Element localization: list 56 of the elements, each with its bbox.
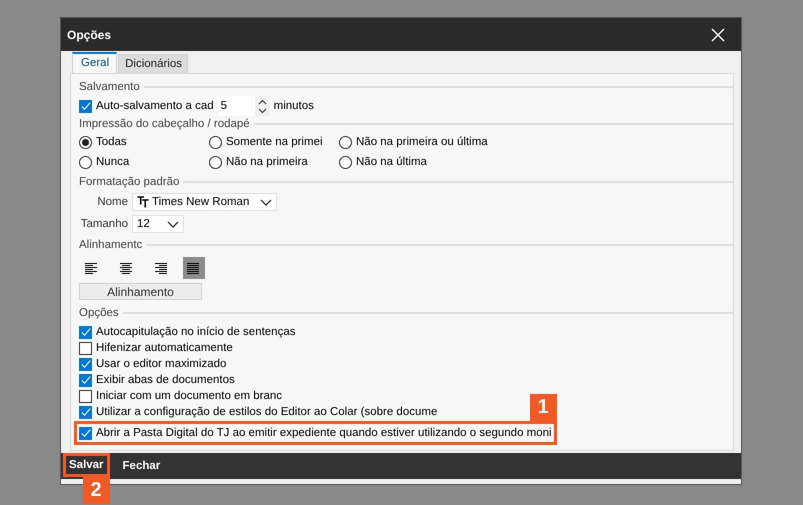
checkbox-label: Usar o editor maximizado bbox=[96, 357, 226, 371]
group-title: Formatação padrão bbox=[79, 175, 180, 189]
chevron-down-icon bbox=[260, 198, 272, 206]
callout-number: 1 bbox=[530, 394, 557, 421]
tab[interactable]: Geral bbox=[72, 52, 118, 73]
radio-button[interactable] bbox=[79, 136, 92, 148]
callout-number: 2 bbox=[82, 477, 110, 504]
checkbox[interactable] bbox=[79, 406, 92, 418]
checkbox[interactable] bbox=[79, 358, 92, 370]
dialog-button[interactable]: Salvar bbox=[63, 453, 110, 477]
align-right-icon bbox=[152, 262, 168, 274]
chevron-down-icon bbox=[167, 220, 179, 228]
align-left-icon bbox=[84, 262, 100, 274]
alignment-button[interactable]: Alinhamento bbox=[79, 283, 202, 300]
align-justify-button[interactable] bbox=[183, 257, 205, 279]
field-label: Tamanho bbox=[80, 217, 128, 231]
checkbox-label: Autocapitulação no início de sentenças bbox=[96, 325, 296, 339]
checkbox-label: Hifenizar automaticamente bbox=[96, 341, 233, 355]
radio-button[interactable] bbox=[209, 156, 222, 168]
number-spinner[interactable]: 5 bbox=[218, 96, 270, 116]
tab[interactable]: Dicionários bbox=[118, 54, 188, 73]
unit-label: minutos bbox=[274, 99, 314, 113]
radio-label: Não na última bbox=[356, 155, 427, 169]
radio-label: Não na primeira ou última bbox=[356, 135, 488, 149]
radio-button[interactable] bbox=[339, 136, 352, 148]
group-title: Impressão do cabeçalho / rodapé bbox=[79, 117, 250, 131]
radio-label: Nunca bbox=[96, 155, 130, 169]
checkbox[interactable] bbox=[79, 326, 92, 338]
radio-button[interactable] bbox=[339, 156, 352, 168]
group-title: Salvamento bbox=[79, 80, 140, 94]
radio-label: Todas bbox=[96, 135, 127, 149]
checkbox[interactable] bbox=[79, 426, 92, 440]
checkbox-label: Abrir a Pasta Digital do TJ ao emitir expediente quando estiver utilizando o segundo moni bbox=[96, 426, 552, 440]
radio-button[interactable] bbox=[79, 156, 92, 168]
checkbox-label: Utilizar a configuração de estilos do Editor ao Colar (sobre docume bbox=[96, 405, 438, 419]
checkbox-label: Auto-salvamento a cad bbox=[96, 99, 214, 113]
dialog-button[interactable]: Fechar bbox=[118, 457, 166, 475]
field-label: Nome bbox=[96, 195, 128, 209]
window-title: Opções bbox=[67, 28, 112, 42]
group-title: Alinhamentc bbox=[79, 238, 142, 252]
checkbox[interactable] bbox=[79, 374, 92, 386]
radio-label: Somente na primei bbox=[226, 135, 323, 149]
close-icon bbox=[711, 28, 725, 42]
align-justify-icon bbox=[186, 262, 202, 274]
checkbox[interactable] bbox=[79, 390, 92, 402]
dropdown[interactable]: Times New Roman bbox=[132, 193, 277, 211]
radio-button[interactable] bbox=[209, 136, 222, 148]
radio-label: Não na primeira bbox=[226, 155, 308, 169]
checkbox[interactable] bbox=[79, 342, 92, 354]
checkbox-label: Exibir abas de documentos bbox=[96, 373, 235, 387]
checkbox-label: Iniciar com um documento em branc bbox=[96, 389, 282, 403]
checkbox[interactable] bbox=[79, 100, 92, 112]
dropdown[interactable]: 12 bbox=[132, 215, 184, 233]
align-center-icon bbox=[118, 262, 134, 274]
group-title: Opções bbox=[79, 306, 119, 320]
font-icon bbox=[137, 196, 149, 208]
